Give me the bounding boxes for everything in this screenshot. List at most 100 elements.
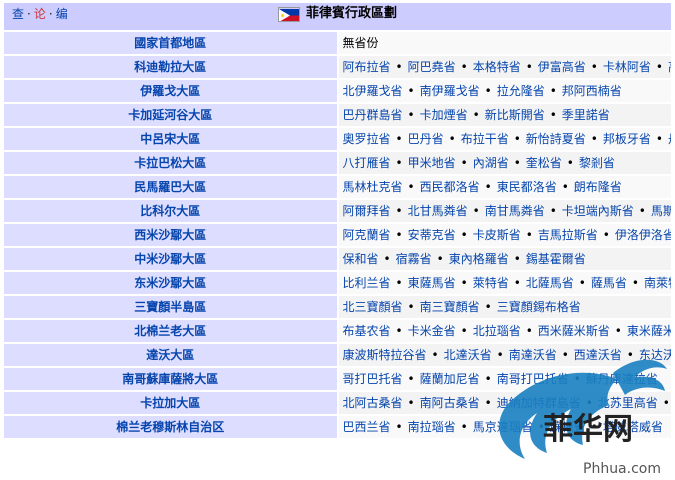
province-link[interactable]: 奎松省 (526, 156, 562, 170)
province-link[interactable]: 巴丹群島省 (343, 108, 403, 122)
province-link[interactable]: 馬林杜克省 (343, 180, 403, 194)
province-link[interactable]: 薩蘭加尼省 (420, 372, 480, 386)
province-link[interactable]: 南伊羅戈省 (420, 84, 480, 98)
navbox-row: 三寶顏半島區 北三寶顏省 • 南三寶顏省 • 三寶顏錫布格省 (4, 295, 671, 318)
region-name-link[interactable]: 科迪勒拉大區 (4, 55, 337, 78)
province-link[interactable]: 錫基霍爾省 (526, 252, 586, 266)
province-link[interactable]: 卡加煙省 (420, 108, 468, 122)
province-link[interactable]: 卡林阿省 (603, 60, 651, 74)
province-link[interactable]: 甲米地省 (408, 156, 456, 170)
province-link[interactable]: 伊富高省 (538, 60, 586, 74)
province-link[interactable]: 保和省 (343, 252, 379, 266)
region-name-link[interactable]: 南哥蘇庫薩將大區 (4, 367, 337, 390)
province-link[interactable]: 哥打巴托省 (343, 372, 403, 386)
province-link[interactable]: 阿克蘭省 (343, 228, 391, 242)
province-link[interactable]: 安蒂克省 (408, 228, 456, 242)
province-link[interactable]: 拉允隆省 (497, 84, 545, 98)
province-link[interactable]: 萊特省 (473, 276, 509, 290)
province-link[interactable]: 伊洛伊洛省 (615, 228, 671, 242)
region-name-link[interactable]: 達沃大區 (4, 343, 337, 366)
talk-link[interactable]: 论 (34, 7, 46, 21)
province-link[interactable]: 新比斯開省 (485, 108, 545, 122)
province-link[interactable]: 東民都洛省 (497, 180, 557, 194)
province-link[interactable]: 東內格羅省 (449, 252, 509, 266)
navbar: 查 · 论 · 编 (12, 3, 68, 25)
province-link[interactable]: 比利兰省 (343, 276, 391, 290)
region-name-link[interactable]: 卡拉加大區 (4, 391, 337, 414)
province-link[interactable]: 北甘馬粦省 (408, 204, 468, 218)
region-name-link[interactable]: 國家首都地區 (4, 31, 337, 54)
navbox-title[interactable]: 菲律賓行政區劃 (306, 3, 397, 25)
navbox-row: 民馬羅巴大區 馬林杜克省 • 西民都洛省 • 東民都洛省 • 朗布隆省 (4, 175, 671, 198)
list-separator: • (407, 395, 415, 410)
province-link[interactable]: 阿爾拜省 (343, 204, 391, 218)
province-note: 無省份 (342, 35, 379, 50)
province-link[interactable]: 本格特省 (473, 60, 521, 74)
region-name-link[interactable]: 比科尔大區 (4, 199, 337, 222)
navbox-row: 中米沙鄢大區 保和省 • 宿霧省 • 東內格羅省 • 錫基霍爾省 (4, 247, 671, 270)
province-link[interactable]: 卡坦端內斯省 (562, 204, 634, 218)
region-name-link[interactable]: 中呂宋大區 (4, 127, 337, 150)
list-separator: • (460, 275, 468, 290)
watermark-dragon-icon: 菲华网 Phhua.com (499, 359, 667, 477)
province-link[interactable]: 布拉干省 (461, 132, 509, 146)
province-link[interactable]: 巴西兰省 (343, 420, 391, 434)
province-link[interactable]: 吉馬拉斯省 (538, 228, 598, 242)
list-separator: • (484, 179, 492, 194)
province-link[interactable]: 丹轆省 (668, 132, 671, 146)
region-name-link[interactable]: 伊羅戈大區 (4, 79, 337, 102)
province-link[interactable]: 邦阿西楠省 (562, 84, 622, 98)
province-link[interactable]: 東薩馬省 (408, 276, 456, 290)
province-link[interactable]: 北三寶顏省 (343, 300, 403, 314)
list-separator: • (484, 83, 492, 98)
province-link[interactable]: 卡米金省 (408, 324, 456, 338)
province-link[interactable]: 南萊特省 (644, 276, 671, 290)
province-link[interactable]: 布基农省 (343, 324, 391, 338)
list-separator: • (655, 131, 663, 146)
province-link[interactable]: 阿布拉省 (343, 60, 391, 74)
province-link[interactable]: 高山省 (668, 60, 671, 74)
province-link[interactable]: 邦板牙省 (603, 132, 651, 146)
list-separator: • (436, 251, 444, 266)
province-link[interactable]: 巴丹省 (408, 132, 444, 146)
view-link[interactable]: 查 (12, 7, 24, 21)
province-link[interactable]: 阿巴堯省 (408, 60, 456, 74)
province-link[interactable]: 季里諾省 (562, 108, 610, 122)
province-list: 保和省 • 宿霧省 • 東內格羅省 • 錫基霍爾省 (338, 247, 671, 270)
province-link[interactable]: 朗布隆省 (574, 180, 622, 194)
province-link[interactable]: 馬斯巴特省 (651, 204, 671, 218)
region-name-link[interactable]: 东米沙鄢大區 (4, 271, 337, 294)
province-list: 奧罗拉省•巴丹省•布拉干省•新怡詩夏省•邦板牙省•丹轆省•三描禮士省 (338, 127, 671, 150)
province-link[interactable]: 三寶顏錫布格省 (497, 300, 581, 314)
region-name-link[interactable]: 三寶顏半島區 (4, 295, 337, 318)
province-link[interactable]: 八打雁省 (343, 156, 391, 170)
region-name-link[interactable]: 卡拉巴松大區 (4, 151, 337, 174)
region-name-link[interactable]: 民馬羅巴大區 (4, 175, 337, 198)
nav-separator: · (27, 7, 31, 21)
nav-separator: · (48, 7, 53, 21)
province-link[interactable]: 薩馬省 (591, 276, 627, 290)
province-link[interactable]: 北薩馬省 (526, 276, 574, 290)
province-link[interactable]: 北阿古桑省 (343, 396, 403, 410)
province-link[interactable]: 南拉瑙省 (408, 420, 456, 434)
province-link[interactable]: 卡皮斯省 (473, 228, 521, 242)
province-link[interactable]: 康波斯特拉谷省 (343, 348, 427, 362)
province-link[interactable]: 內湖省 (473, 156, 509, 170)
list-separator: • (549, 107, 557, 122)
region-name-link[interactable]: 中米沙鄢大區 (4, 247, 337, 270)
navbox-row: 西米沙鄢大區阿克蘭省•安蒂克省•卡皮斯省•吉馬拉斯省•伊洛伊洛省•西內格羅省•巴… (4, 223, 671, 246)
province-link[interactable]: 新怡詩夏省 (526, 132, 586, 146)
region-name-link[interactable]: 棉兰老穆斯林自治区 (4, 415, 337, 438)
region-name-link[interactable]: 卡加延河谷大區 (4, 103, 337, 126)
province-link[interactable]: 宿霧省 (396, 252, 432, 266)
province-link[interactable]: 南三寶顏省 (420, 300, 480, 314)
province-link[interactable]: 北伊羅戈省 (343, 84, 403, 98)
edit-link[interactable]: 编 (56, 7, 68, 21)
province-link[interactable]: 西民都洛省 (420, 180, 480, 194)
province-link[interactable]: 南阿古桑省 (420, 396, 480, 410)
region-name-link[interactable]: 西米沙鄢大區 (4, 223, 337, 246)
region-name-link[interactable]: 北棉兰老大區 (4, 319, 337, 342)
province-link[interactable]: 南甘馬粦省 (485, 204, 545, 218)
province-link[interactable]: 奧罗拉省 (343, 132, 391, 146)
province-link[interactable]: 黎剎省 (579, 156, 615, 170)
